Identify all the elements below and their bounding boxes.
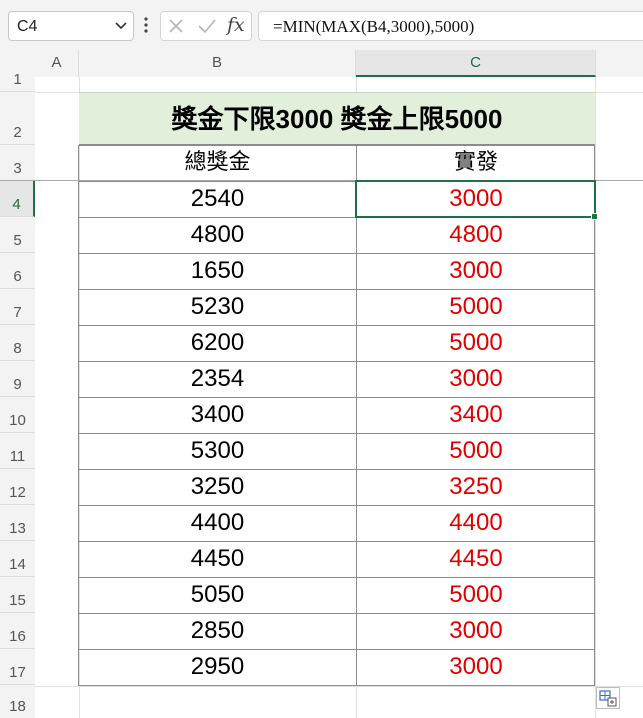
- active-cell-selection: [355, 180, 596, 218]
- quick-analysis-icon: [599, 690, 617, 707]
- row-header-3[interactable]: 3: [0, 145, 35, 181]
- row-header-2[interactable]: 2: [0, 92, 35, 145]
- row-header-11[interactable]: 11: [0, 433, 35, 469]
- cell-c15[interactable]: 5000: [357, 577, 595, 613]
- function-icon[interactable]: fx: [227, 14, 245, 36]
- cell-c14[interactable]: 4450: [357, 541, 595, 577]
- column-header-d[interactable]: [596, 50, 643, 77]
- cell-c17[interactable]: 3000: [357, 649, 595, 685]
- header-actual-pay[interactable]: 實發: [357, 145, 595, 181]
- row-header-18[interactable]: 18: [0, 685, 35, 718]
- row-header-1[interactable]: 1: [0, 71, 35, 92]
- column-header-a[interactable]: A: [35, 50, 79, 77]
- gridline: [595, 77, 596, 718]
- cell-c6[interactable]: 3000: [357, 253, 595, 289]
- more-options-icon[interactable]: [143, 14, 149, 36]
- cell-b15[interactable]: 5050: [79, 577, 356, 613]
- cell-b16[interactable]: 2850: [79, 613, 356, 649]
- quick-analysis-button[interactable]: [596, 687, 620, 709]
- formula-input[interactable]: =MIN(MAX(B4,3000),5000): [258, 11, 643, 41]
- cell-b8[interactable]: 6200: [79, 325, 356, 361]
- column-header-c[interactable]: C: [356, 50, 596, 77]
- cancel-icon[interactable]: [167, 17, 185, 35]
- cell-b6[interactable]: 1650: [79, 253, 356, 289]
- formula-text: =MIN(MAX(B4,3000),5000): [273, 17, 475, 36]
- cell-b17[interactable]: 2950: [79, 649, 356, 685]
- name-box[interactable]: C4: [8, 11, 134, 41]
- row-header-6[interactable]: 6: [0, 253, 35, 289]
- column-header-b[interactable]: B: [79, 50, 356, 77]
- cell-b5[interactable]: 4800: [79, 217, 356, 253]
- cell-c12[interactable]: 3250: [357, 469, 595, 505]
- cell-b11[interactable]: 5300: [79, 433, 356, 469]
- cell-b14[interactable]: 4450: [79, 541, 356, 577]
- cell-c7[interactable]: 5000: [357, 289, 595, 325]
- row-header-17[interactable]: 17: [0, 649, 35, 685]
- cell-b4[interactable]: 2540: [79, 181, 356, 217]
- gridline: [35, 686, 643, 687]
- header-total-bonus[interactable]: 總獎金: [79, 145, 356, 181]
- row-header-12[interactable]: 12: [0, 469, 35, 505]
- cell-c8[interactable]: 5000: [357, 325, 595, 361]
- cell-c5[interactable]: 4800: [357, 217, 595, 253]
- chevron-down-icon[interactable]: [113, 17, 129, 35]
- cell-c16[interactable]: 3000: [357, 613, 595, 649]
- cell-b10[interactable]: 3400: [79, 397, 356, 433]
- enter-icon[interactable]: [197, 17, 217, 35]
- cell-c11[interactable]: 5000: [357, 433, 595, 469]
- cell-c10[interactable]: 3400: [357, 397, 595, 433]
- row-header-9[interactable]: 9: [0, 361, 35, 397]
- row-header-15[interactable]: 15: [0, 577, 35, 613]
- row-header-16[interactable]: 16: [0, 613, 35, 649]
- row-header-7[interactable]: 7: [0, 289, 35, 325]
- cell-c9[interactable]: 3000: [357, 361, 595, 397]
- formula-bar: C4 fx =MIN(MAX(B4,3000),5000): [0, 0, 643, 50]
- row-header-14[interactable]: 14: [0, 541, 35, 577]
- formula-actions: fx: [160, 11, 252, 41]
- cell-b12[interactable]: 3250: [79, 469, 356, 505]
- row-header-5[interactable]: 5: [0, 217, 35, 253]
- cell-b7[interactable]: 5230: [79, 289, 356, 325]
- fill-handle[interactable]: [591, 213, 598, 220]
- row-header-13[interactable]: 13: [0, 505, 35, 541]
- cell-b13[interactable]: 4400: [79, 505, 356, 541]
- row-header-10[interactable]: 10: [0, 397, 35, 433]
- table-title[interactable]: 獎金下限3000 獎金上限5000: [79, 92, 595, 145]
- cell-b9[interactable]: 2354: [79, 361, 356, 397]
- row-header-4[interactable]: 4: [0, 181, 35, 217]
- cell-c13[interactable]: 4400: [357, 505, 595, 541]
- row-header-8[interactable]: 8: [0, 325, 35, 361]
- name-box-value: C4: [17, 18, 38, 35]
